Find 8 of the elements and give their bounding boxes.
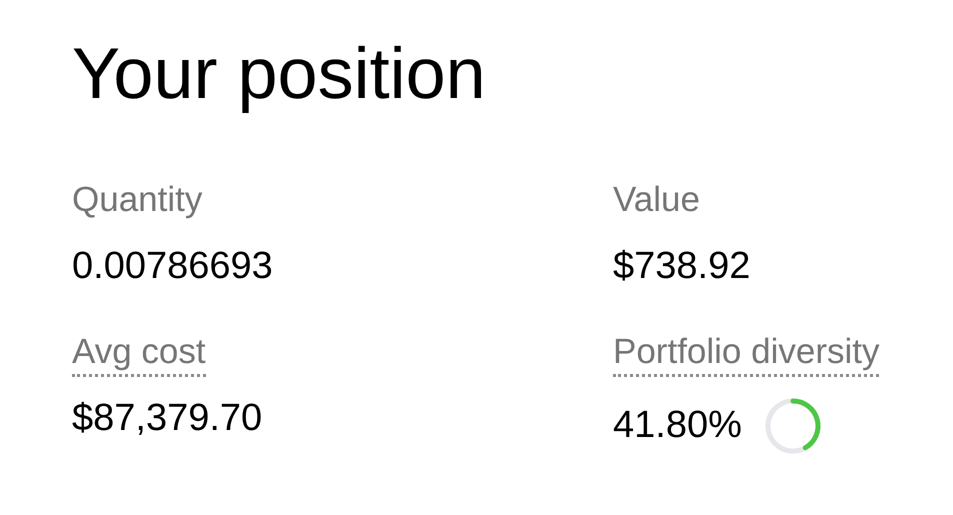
stat-label[interactable]: Avg cost xyxy=(72,330,206,377)
stat-value: $738.92 xyxy=(613,244,750,289)
stat-value: $87,379.70 xyxy=(72,396,262,441)
stat-label: Quantity xyxy=(72,179,202,221)
stat-label: Value xyxy=(613,179,700,221)
stat-value: 41.80% xyxy=(613,403,742,448)
stat-label[interactable]: Portfolio diversity xyxy=(613,330,880,377)
stat-value: 0.00786693 xyxy=(72,244,273,289)
